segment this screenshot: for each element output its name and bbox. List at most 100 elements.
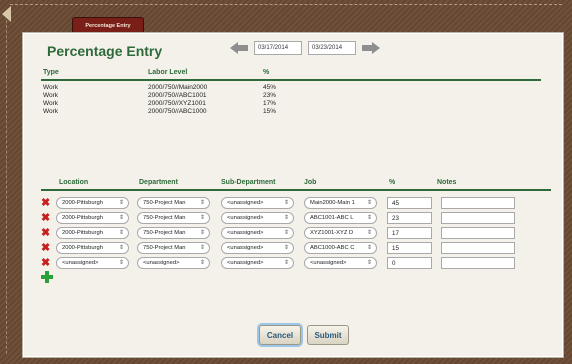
end-date-field[interactable]: 03/23/2014	[308, 41, 356, 55]
delete-row-icon[interactable]: ✖	[41, 258, 51, 269]
job-select[interactable]: ABC1001-ABC L ⇕	[304, 212, 377, 224]
subdepartment-select[interactable]: <unassigned> ⇕	[221, 227, 294, 239]
percent-input[interactable]: 23	[387, 212, 432, 224]
subdepartment-select[interactable]: <unassigned> ⇕	[221, 242, 294, 254]
select-caret-icon: ⇕	[366, 245, 372, 251]
select-caret-icon: ⇕	[118, 200, 124, 206]
select-caret-icon: ⇕	[366, 230, 372, 236]
select-caret-icon: ⇕	[199, 245, 205, 251]
entry-header-location: Location	[59, 179, 89, 186]
add-row-plus-icon[interactable]	[41, 271, 53, 283]
subdepartment-select[interactable]: <unassigned> ⇕	[221, 197, 294, 209]
entry-header-department: Department	[139, 179, 178, 186]
labor-header-rule	[41, 79, 541, 81]
notes-input[interactable]	[441, 227, 515, 239]
notes-input[interactable]	[441, 242, 515, 254]
job-select[interactable]: <unassigned> ⇕	[304, 257, 377, 269]
labor-level: 2000/750//ABC1001	[148, 92, 207, 99]
entry-header-pct: %	[389, 179, 396, 186]
labor-type: Work	[43, 92, 59, 99]
select-caret-icon: ⇕	[118, 245, 124, 251]
location-value: 2000-Pittsburgh	[62, 230, 103, 236]
select-caret-icon: ⇕	[283, 200, 289, 206]
table-row: ✖ 2000-Pittsburgh ⇕ 750-Project Man ⇕ <una…	[41, 195, 541, 210]
job-select[interactable]: ABC1000-ABC C ⇕	[304, 242, 377, 254]
select-caret-icon: ⇕	[366, 260, 372, 266]
location-select[interactable]: <unassigned> ⇕	[56, 257, 129, 269]
location-select[interactable]: 2000-Pittsburgh ⇕	[56, 227, 129, 239]
notes-input[interactable]	[441, 212, 515, 224]
stitch-decoration	[6, 10, 7, 354]
labor-row: Work 2000/750//Main2000 45%	[43, 84, 493, 92]
entry-header-rule	[41, 189, 551, 191]
department-select[interactable]: 750-Project Man ⇕	[137, 212, 210, 224]
delete-row-icon[interactable]: ✖	[41, 213, 51, 224]
select-caret-icon: ⇕	[283, 215, 289, 221]
subdepartment-select[interactable]: <unassigned> ⇕	[221, 257, 294, 269]
select-caret-icon: ⇕	[199, 200, 205, 206]
entry-table: ✖ 2000-Pittsburgh ⇕ 750-Project Man ⇕ <una…	[41, 195, 541, 270]
select-caret-icon: ⇕	[283, 230, 289, 236]
labor-type: Work	[43, 84, 59, 91]
entry-header-notes: Notes	[437, 179, 457, 186]
department-value: <unassigned>	[143, 260, 180, 266]
job-value: Main2000-Main 1	[310, 200, 355, 206]
job-value: <unassigned>	[310, 260, 347, 266]
percent-input[interactable]: 0	[387, 257, 432, 269]
labor-type: Work	[43, 100, 59, 107]
start-date-field[interactable]: 03/17/2014	[254, 41, 302, 55]
select-caret-icon: ⇕	[199, 230, 205, 236]
subdepartment-select[interactable]: <unassigned> ⇕	[221, 212, 294, 224]
percent-input[interactable]: 17	[387, 227, 432, 239]
entry-header-subdepartment: Sub-Department	[221, 179, 276, 186]
department-value: 750-Project Man	[143, 230, 186, 236]
table-row: ✖ 2000-Pittsburgh ⇕ 750-Project Man ⇕ <una…	[41, 210, 541, 225]
subdepartment-value: <unassigned>	[227, 230, 264, 236]
delete-row-icon[interactable]: ✖	[41, 198, 51, 209]
back-arrow-icon[interactable]	[2, 6, 11, 22]
labor-row: Work 2000/750//ABC1000 15%	[43, 108, 493, 116]
location-value: 2000-Pittsburgh	[62, 200, 103, 206]
subdepartment-value: <unassigned>	[227, 215, 264, 221]
labor-level: 2000/750//ABC1000	[148, 108, 207, 115]
department-select[interactable]: 750-Project Man ⇕	[137, 197, 210, 209]
page-title: Percentage Entry	[47, 43, 163, 59]
next-period-arrow-icon[interactable]	[362, 42, 380, 54]
job-select[interactable]: XYZ1001-XYZ D ⇕	[304, 227, 377, 239]
department-select[interactable]: 750-Project Man ⇕	[137, 227, 210, 239]
location-select[interactable]: 2000-Pittsburgh ⇕	[56, 212, 129, 224]
location-select[interactable]: 2000-Pittsburgh ⇕	[56, 242, 129, 254]
labor-type: Work	[43, 108, 59, 115]
notes-input[interactable]	[441, 257, 515, 269]
location-select[interactable]: 2000-Pittsburgh ⇕	[56, 197, 129, 209]
labor-row: Work 2000/750//ABC1001 23%	[43, 92, 493, 100]
table-row: ✖ <unassigned> ⇕ <unassigned> ⇕ <unassigne…	[41, 255, 541, 270]
labor-level: 2000/750//XYZ1001	[148, 100, 206, 107]
submit-button[interactable]: Submit	[307, 325, 349, 345]
job-value: ABC1001-ABC L	[310, 215, 354, 221]
delete-row-icon[interactable]: ✖	[41, 228, 51, 239]
app-frame: Percentage Entry Percentage Entry 03/17/…	[0, 0, 572, 364]
labor-level-list: Work 2000/750//Main2000 45% Work 2000/75…	[43, 84, 493, 116]
labor-level: 2000/750//Main2000	[148, 84, 208, 91]
labor-pct: 45%	[263, 84, 277, 91]
cancel-button[interactable]: Cancel	[259, 325, 301, 345]
labor-pct: 15%	[263, 108, 277, 115]
department-value: 750-Project Man	[143, 245, 186, 251]
subdepartment-value: <unassigned>	[227, 245, 264, 251]
percent-input[interactable]: 15	[387, 242, 432, 254]
percent-input[interactable]: 45	[387, 197, 432, 209]
labor-pct: 23%	[263, 92, 277, 99]
job-select[interactable]: Main2000-Main 1 ⇕	[304, 197, 377, 209]
entry-header-job: Job	[304, 179, 317, 186]
table-row: ✖ 2000-Pittsburgh ⇕ 750-Project Man ⇕ <una…	[41, 225, 541, 240]
notes-input[interactable]	[441, 197, 515, 209]
subdepartment-value: <unassigned>	[227, 260, 264, 266]
department-select[interactable]: 750-Project Man ⇕	[137, 242, 210, 254]
previous-period-arrow-icon[interactable]	[230, 42, 248, 54]
delete-row-icon[interactable]: ✖	[41, 243, 51, 254]
labor-header-type: Type	[43, 69, 59, 76]
department-select[interactable]: <unassigned> ⇕	[137, 257, 210, 269]
labor-header-level: Labor Level	[148, 69, 188, 76]
location-value: <unassigned>	[62, 260, 99, 266]
